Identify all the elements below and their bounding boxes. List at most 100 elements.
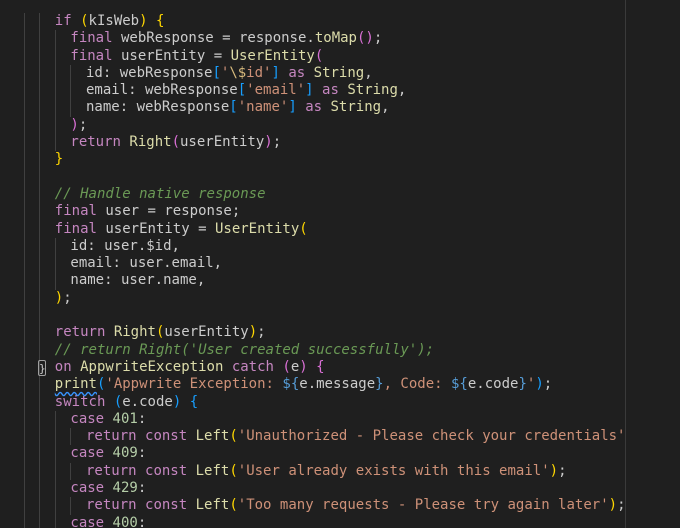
code-line[interactable]: case 429: xyxy=(0,480,642,498)
code-line[interactable]: if (kIsWeb) { xyxy=(0,13,642,31)
code-token: ) xyxy=(70,116,79,133)
indent-guide xyxy=(23,376,25,394)
code-line[interactable]: return const Left('User already exists w… xyxy=(0,462,642,481)
indent-guide xyxy=(23,237,25,256)
code-token: String xyxy=(330,99,382,116)
code-line[interactable]: case 400: xyxy=(0,514,642,528)
code-line[interactable]: email: webResponse['email'] as String, xyxy=(0,82,642,100)
indent-guide xyxy=(39,497,41,515)
minimap[interactable] xyxy=(626,0,680,528)
indent-guide xyxy=(54,462,56,481)
code-line[interactable]: // Handle native response xyxy=(0,185,642,204)
code-area[interactable]: if (kIsWeb) {final webResponse = respons… xyxy=(0,13,642,528)
indent-guide xyxy=(23,358,25,377)
indent-guide xyxy=(23,168,25,186)
code-text: case 429: xyxy=(0,480,146,496)
code-token: ; xyxy=(558,462,567,479)
code-token: , Code: xyxy=(383,376,451,393)
code-token: catch xyxy=(231,358,274,375)
indent-guide xyxy=(39,185,41,204)
code-token: on xyxy=(54,358,72,375)
code-token: case xyxy=(70,480,105,497)
indent-guide xyxy=(54,428,56,446)
indent-guide xyxy=(23,82,25,100)
indent-guide xyxy=(54,255,56,273)
code-token: 'Unauthorized - Please check your creden… xyxy=(237,428,626,445)
code-line[interactable]: case 401: xyxy=(0,410,642,429)
code-text: final userEntity = UserEntity( xyxy=(0,221,308,237)
code-line[interactable]: id: webResponse['\$id'] as String, xyxy=(0,64,642,83)
code-line[interactable]: id: user.$id, xyxy=(0,237,642,256)
code-token: ; xyxy=(543,376,553,393)
code-token: ) xyxy=(549,462,559,479)
code-line[interactable]: name: user.name, xyxy=(0,272,642,290)
code-text: id: webResponse['\$id'] as String, xyxy=(0,65,373,81)
code-line[interactable]: final webResponse = response.toMap(); xyxy=(0,30,642,48)
indent-guide xyxy=(54,47,56,65)
code-token: ; xyxy=(257,324,266,341)
indent-guide xyxy=(39,13,41,31)
code-line[interactable]: on AppwriteException catch (e) { xyxy=(0,358,642,377)
code-text: if (kIsWeb) { xyxy=(0,13,165,29)
code-token: const xyxy=(145,462,188,479)
code-text: case 400: xyxy=(0,515,146,528)
indent-guide xyxy=(23,30,25,48)
code-token: Left xyxy=(195,497,230,514)
code-line[interactable]: return const Left('Unauthorized - Please… xyxy=(0,428,642,446)
code-token: name: webResponse xyxy=(86,99,230,116)
code-line[interactable] xyxy=(0,168,642,186)
code-editor[interactable]: if (kIsWeb) {final webResponse = respons… xyxy=(0,0,680,528)
code-token: Left xyxy=(195,462,230,479)
indent-guide xyxy=(70,428,72,446)
code-text: switch (e.code) { xyxy=(0,394,198,410)
code-token: webResponse = response. xyxy=(112,30,315,47)
code-line[interactable] xyxy=(0,307,642,325)
code-line[interactable]: print('Appwrite Exception: ${e.message},… xyxy=(0,376,642,394)
code-line[interactable]: ); xyxy=(0,289,642,308)
indent-guide xyxy=(39,514,41,528)
code-token: final xyxy=(54,203,97,220)
code-line[interactable]: final userEntity = UserEntity( xyxy=(0,220,642,238)
code-line[interactable]: case 409: xyxy=(0,445,642,463)
code-token: Right xyxy=(113,324,156,341)
code-token: ( xyxy=(113,393,123,410)
code-text: id: user.$id, xyxy=(0,238,180,254)
code-line[interactable]: email: user.email, xyxy=(0,255,642,273)
indent-guide xyxy=(39,203,41,221)
code-token: final xyxy=(70,47,113,64)
code-token: ( xyxy=(229,428,238,445)
code-token: () xyxy=(357,30,374,47)
code-token: // Handle native response xyxy=(54,185,266,202)
code-token: 409 xyxy=(112,445,138,462)
code-token: return xyxy=(70,134,121,151)
code-token: Right xyxy=(129,134,172,151)
code-line[interactable]: switch (e.code) { xyxy=(0,393,642,411)
fold-marker-icon[interactable]: } xyxy=(38,360,46,376)
code-token: return xyxy=(86,497,137,514)
code-token: UserEntity xyxy=(214,220,300,237)
indent-guide xyxy=(23,341,25,359)
indent-guide xyxy=(39,376,41,394)
code-token: userEntity = xyxy=(112,47,231,64)
code-token: toMap xyxy=(314,30,357,47)
code-token: { xyxy=(316,358,325,375)
code-line[interactable]: name: webResponse['name'] as String, xyxy=(0,99,642,117)
code-line[interactable]: } xyxy=(0,151,642,169)
code-token: AppwriteException xyxy=(80,358,224,375)
code-token: case xyxy=(70,445,105,462)
code-token: : xyxy=(137,480,147,497)
code-line[interactable]: final user = response; xyxy=(0,203,642,221)
indent-guide xyxy=(54,514,56,528)
code-token: email: user.email, xyxy=(70,255,223,272)
code-token: 429 xyxy=(112,480,138,497)
indent-guide xyxy=(70,99,72,117)
code-line[interactable]: // return Right('User created successful… xyxy=(0,341,642,359)
code-line[interactable]: return const Left('Too many requests - P… xyxy=(0,497,642,515)
code-line[interactable]: final userEntity = UserEntity( xyxy=(0,47,642,65)
code-line[interactable]: return Right(userEntity); xyxy=(0,324,642,342)
code-line[interactable]: ); xyxy=(0,116,642,135)
code-line[interactable]: return Right(userEntity); xyxy=(0,134,642,152)
